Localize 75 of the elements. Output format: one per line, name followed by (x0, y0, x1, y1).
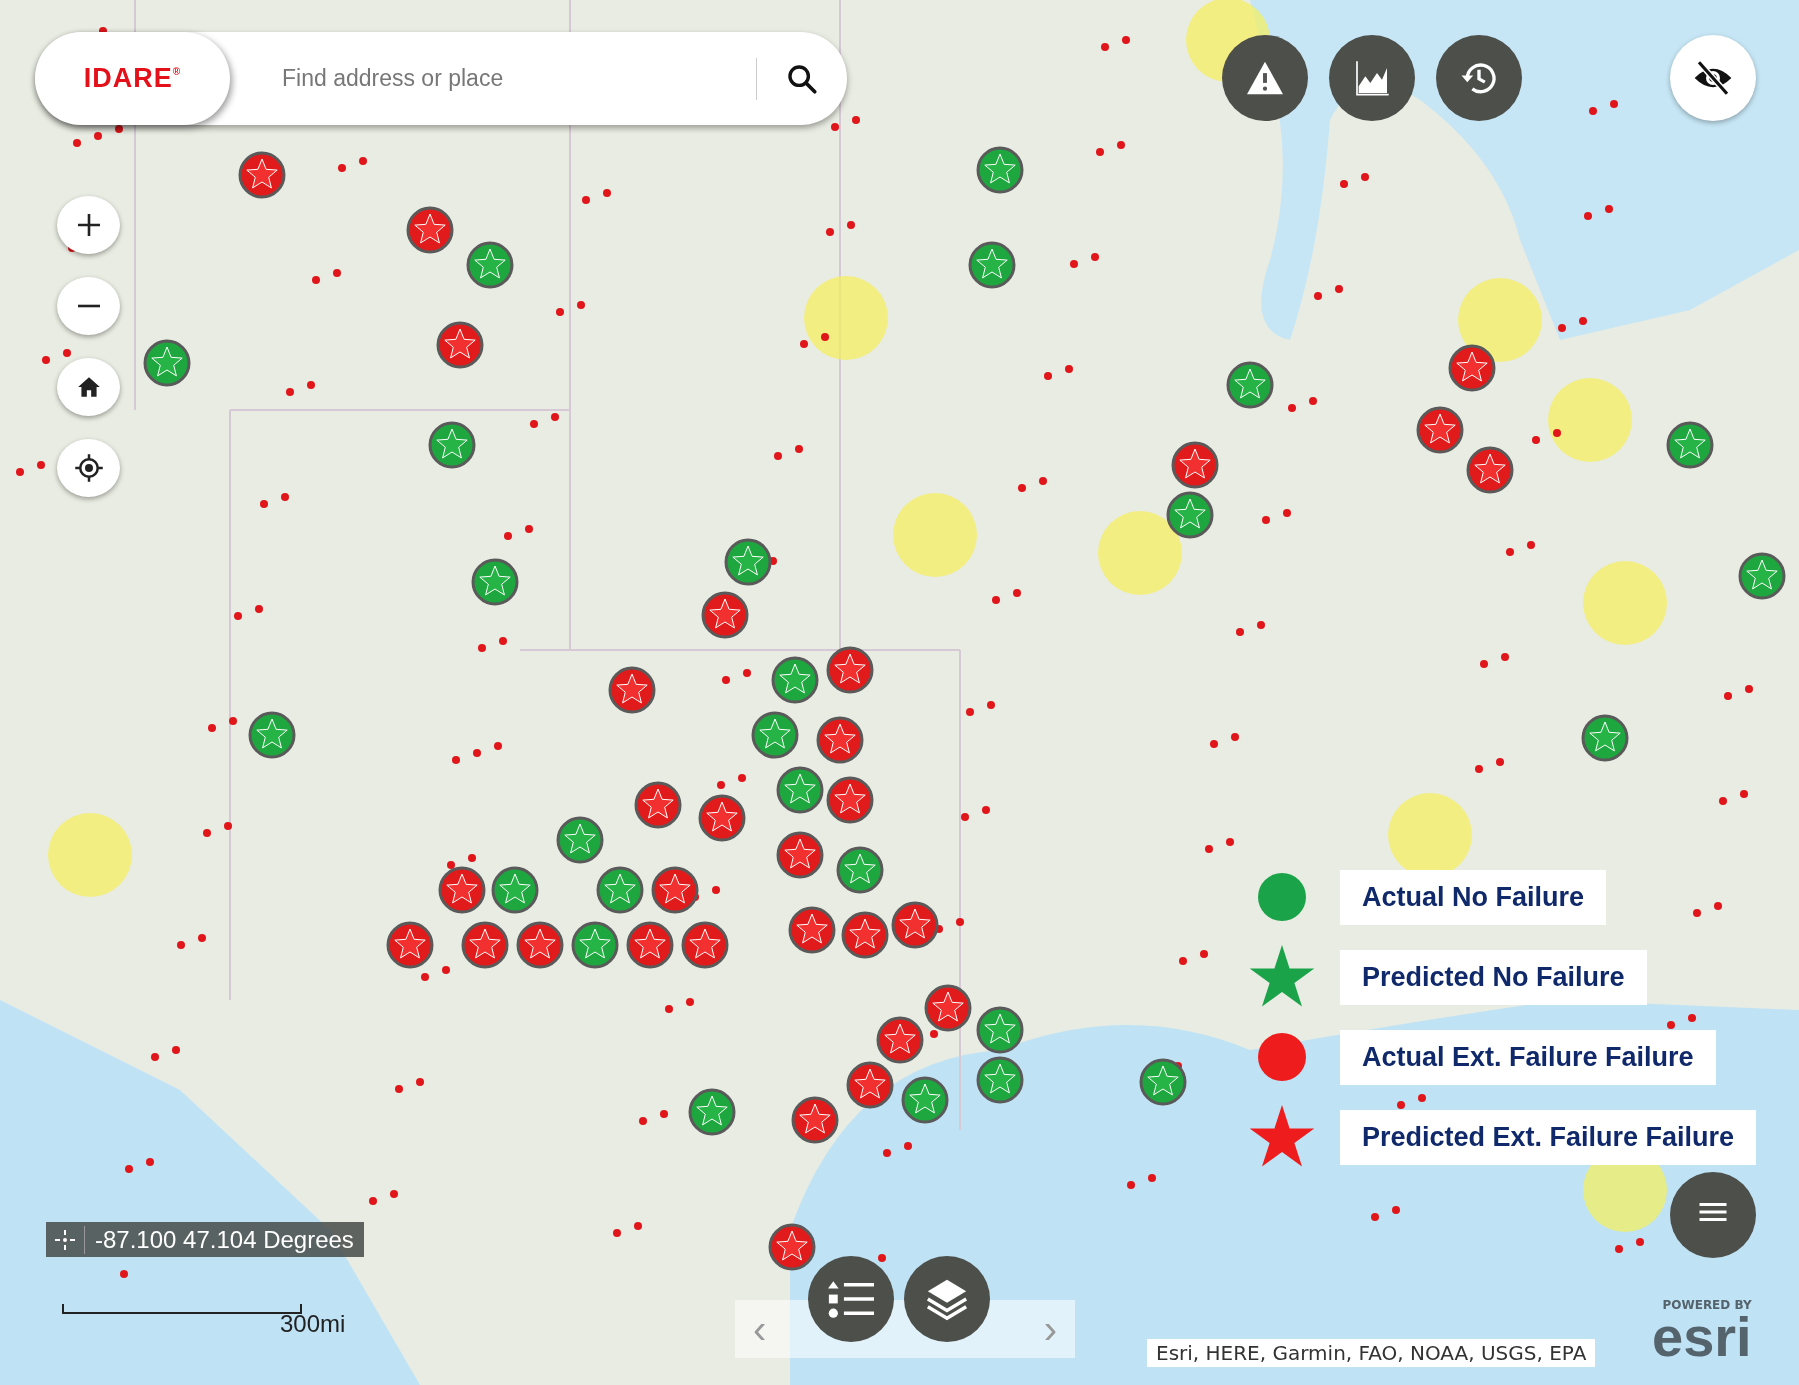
star-marker-icon[interactable] (698, 794, 746, 842)
scale-label: 300mi (280, 1310, 346, 1338)
star-marker-icon[interactable] (608, 666, 656, 714)
star-marker-icon[interactable] (1466, 446, 1514, 494)
star-marker-icon[interactable] (466, 241, 514, 289)
star-marker-icon[interactable] (651, 866, 699, 914)
star-marker-icon[interactable] (891, 901, 939, 949)
star-marker-icon[interactable] (1666, 421, 1714, 469)
star-marker-icon[interactable] (924, 984, 972, 1032)
star-marker-icon[interactable] (143, 339, 191, 387)
star-marker-icon[interactable] (571, 921, 619, 969)
legend-label: Predicted Ext. Failure Failure (1340, 1109, 1757, 1165)
star-marker-icon[interactable] (876, 1016, 924, 1064)
star-marker-icon[interactable] (1139, 1058, 1187, 1106)
star-marker-icon[interactable] (976, 1056, 1024, 1104)
star-marker-icon[interactable] (816, 716, 864, 764)
star-marker-icon[interactable] (681, 921, 729, 969)
star-marker-icon[interactable] (436, 321, 484, 369)
star-marker-icon[interactable] (701, 591, 749, 639)
star-marker-icon[interactable] (238, 151, 286, 199)
search-field[interactable]: Find address or place (280, 64, 756, 93)
crosshair-icon (73, 453, 104, 483)
list-icon (828, 1279, 874, 1319)
star-marker-icon[interactable] (1166, 491, 1214, 539)
star-marker-icon[interactable] (826, 776, 874, 824)
star-marker-icon[interactable] (1581, 714, 1629, 762)
star-marker-icon[interactable] (901, 1076, 949, 1124)
brand-text: esri (1652, 1312, 1752, 1363)
crosshair-icon (54, 1228, 76, 1251)
star-marker-icon[interactable] (751, 711, 799, 759)
minus-icon (75, 304, 102, 308)
next-button[interactable]: › (1037, 1309, 1063, 1349)
star-marker-icon[interactable] (471, 558, 519, 606)
star-marker-icon[interactable] (788, 906, 836, 954)
star-marker-icon[interactable] (626, 921, 674, 969)
plus-icon (75, 212, 102, 238)
star-marker-icon[interactable] (634, 781, 682, 829)
star-marker-icon[interactable] (976, 146, 1024, 194)
star-marker-icon[interactable] (791, 1096, 839, 1144)
star-marker-icon[interactable] (1738, 552, 1786, 600)
legend-label: Actual Ext. Failure Failure (1340, 1029, 1716, 1085)
star-marker-icon[interactable] (768, 1223, 816, 1271)
star-marker-icon[interactable] (724, 538, 772, 586)
star-marker-icon[interactable] (771, 656, 819, 704)
previous-button[interactable]: ‹ (747, 1309, 773, 1349)
logo: IDARE$^{®}$ (83, 63, 182, 94)
star-marker-icon[interactable] (968, 241, 1016, 289)
star-marker-icon[interactable] (1171, 441, 1219, 489)
star-marker-icon[interactable] (836, 846, 884, 894)
star-marker-icon[interactable] (841, 911, 889, 959)
star-marker-icon[interactable] (776, 831, 824, 879)
star-marker-icon[interactable] (776, 766, 824, 814)
star-marker-icon[interactable] (688, 1088, 736, 1136)
star-marker-icon[interactable] (491, 866, 539, 914)
warning-icon (1245, 60, 1285, 96)
legend-label: Predicted No Failure (1340, 949, 1647, 1005)
attribution-text: Esri, HERE, Garmin, FAO, NOAA, USGS, EPA (1147, 1339, 1596, 1367)
star-marker-icon[interactable] (556, 816, 604, 864)
star-marker-icon[interactable] (1448, 344, 1496, 392)
star-marker-icon[interactable] (248, 711, 296, 759)
star-marker-icon[interactable] (596, 866, 644, 914)
legend-label: Actual No Failure (1340, 869, 1607, 925)
star-marker-icon[interactable] (826, 646, 874, 694)
star-marker-icon[interactable] (406, 206, 454, 254)
star-marker-icon[interactable] (1416, 406, 1464, 454)
star-marker-icon[interactable] (428, 421, 476, 469)
star-marker-icon[interactable] (516, 921, 564, 969)
star-marker-icon[interactable] (386, 921, 434, 969)
star-marker-icon[interactable] (1226, 361, 1274, 409)
star-marker-icon[interactable] (846, 1061, 894, 1109)
star-marker-icon[interactable] (461, 921, 509, 969)
star-marker-icon[interactable] (976, 1006, 1024, 1054)
star-marker-icon[interactable] (438, 866, 486, 914)
powered-by-text: POWERED BY (1662, 1298, 1752, 1312)
coordinates-text: -87.100 47.104 Degrees (84, 1225, 364, 1254)
